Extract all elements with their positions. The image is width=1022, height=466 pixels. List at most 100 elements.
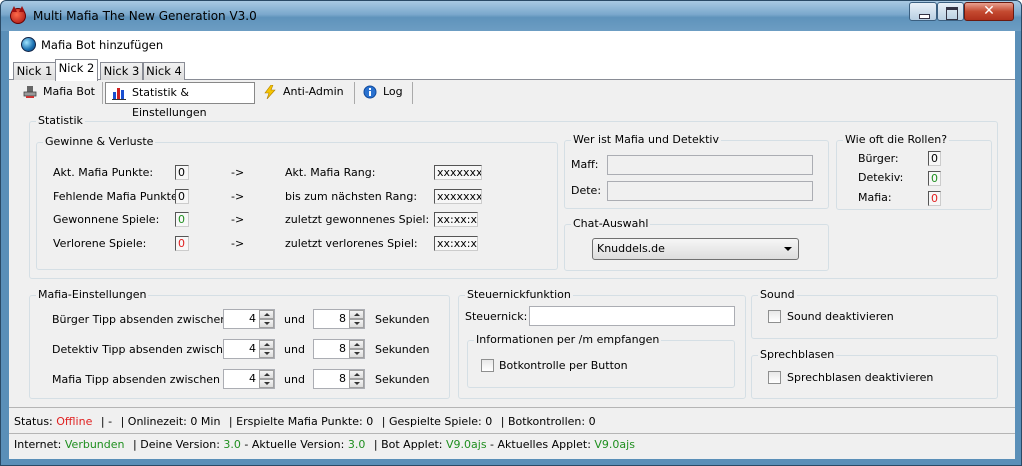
akt-rang-label: Akt. Mafia Rang: [285, 166, 376, 179]
mafia-min-stepper[interactable]: 4 [223, 369, 275, 389]
status-label: Status: [14, 415, 53, 428]
separator: | [133, 438, 137, 451]
detektiv-min-value: 4 [249, 342, 256, 355]
tab-statistik-einstellungen[interactable]: Statistik & Einstellungen [105, 82, 255, 119]
close-button[interactable]: ✕ [964, 2, 1014, 21]
tab-statistik-label: Statistik & Einstellungen [132, 86, 207, 119]
chat-auswahl-label: Chat-Auswahl [571, 217, 651, 231]
steuernick-field-label: Steuernick: [465, 310, 528, 323]
punkte-label: Erspielte Mafia Punkte: [236, 415, 363, 428]
mafia-max-value: 8 [339, 372, 346, 385]
spin-down-icon[interactable] [349, 379, 364, 388]
onlinezeit-unit: Min [200, 415, 221, 428]
sound-group-label: Sound [758, 288, 797, 302]
tab-anti-admin-label: Anti-Admin [283, 85, 344, 98]
aktuelle-version-label: - Aktuelle Version: [244, 438, 345, 451]
bot-applet-value: V9.0ajs [446, 438, 487, 451]
rollen-label: Wie oft die Rollen? [843, 133, 950, 147]
onlinezeit-value: 0 [190, 415, 198, 428]
mafia-min-value: 4 [249, 372, 256, 385]
mafia-max-stepper[interactable]: 8 [313, 369, 365, 389]
zuletzt-gewonnen-label: zuletzt gewonnenes Spiel: [285, 213, 430, 226]
spin-down-icon[interactable] [259, 319, 274, 328]
add-bot-label: Mafia Bot hinzufügen [41, 38, 164, 52]
zuletzt-verloren-value: xx:xx:xx [434, 236, 478, 251]
buerger-min-stepper[interactable]: 4 [223, 309, 275, 329]
mafia-count: 0 [928, 191, 941, 206]
chat-select[interactable]: Knuddels.de [592, 238, 799, 260]
detektiv-count: 0 [928, 171, 941, 186]
spin-up-icon[interactable] [349, 370, 364, 379]
detektiv-tipp-label: Detektiv Tipp absenden zwischen [52, 343, 237, 356]
informationen-label: Informationen per /m empfangen [474, 333, 662, 347]
internet-value: Verbunden [64, 438, 125, 451]
steuernick-group-label: Steuernickfunktion [465, 288, 573, 302]
und-label: und [284, 343, 305, 356]
mafia-tipp-label: Mafia Tipp absenden zwischen [52, 373, 221, 386]
lightning-icon [264, 85, 276, 99]
buerger-max-stepper[interactable]: 8 [313, 309, 365, 329]
info-icon [363, 85, 377, 99]
add-bot-menu-item[interactable]: Mafia Bot hinzufügen [19, 37, 163, 53]
sound-checkbox-label: Sound deaktivieren [787, 310, 894, 323]
client-area: Mafia Bot hinzufügen Nick 1 Nick 2 Nick … [9, 31, 1015, 459]
tab-anti-admin[interactable]: Anti-Admin [257, 82, 355, 104]
spin-up-icon[interactable] [259, 340, 274, 349]
status-divider [9, 407, 1015, 408]
statistik-group-label: Statistik [36, 114, 85, 128]
globe-icon [21, 37, 36, 52]
chevron-down-icon [784, 247, 792, 251]
spin-up-icon[interactable] [349, 310, 364, 319]
aktuelles-applet-value: V9.0ajs [594, 438, 635, 451]
zuletzt-verloren-label: zuletzt verlorenes Spiel: [285, 237, 418, 250]
onlinezeit-label: Onlinezeit: [127, 415, 187, 428]
spin-down-icon[interactable] [259, 349, 274, 358]
sekunden-label: Sekunden [375, 343, 430, 356]
botkontrolle-checkbox[interactable] [481, 359, 494, 372]
status-value: Offline [56, 415, 93, 428]
menu-bar: Mafia Bot hinzufügen [9, 31, 1015, 59]
status-bar: Status: Offline | - | Onlinezeit: 0 Min … [9, 411, 1015, 433]
botkontrollen-label: Botkontrollen: [507, 415, 586, 428]
minimize-button[interactable] [909, 2, 937, 21]
detektiv-min-stepper[interactable]: 4 [223, 339, 275, 359]
title-bar[interactable]: Multi Mafia The New Generation V3.0 ✕ [1, 1, 1021, 31]
tab-nick-4[interactable]: Nick 4 [143, 62, 185, 80]
sound-checkbox[interactable] [768, 310, 781, 323]
printer-stamp-icon [23, 86, 37, 98]
chat-select-value: Knuddels.de [597, 242, 665, 255]
akt-punkte-label: Akt. Mafia Punkte: [53, 166, 154, 179]
tab-nick-2[interactable]: Nick 2 [55, 59, 98, 81]
botkontrolle-label: Botkontrolle per Button [499, 359, 628, 372]
separator: | [228, 415, 233, 428]
maximize-button[interactable] [937, 2, 964, 21]
sprechblasen-group-label: Sprechblasen [758, 348, 837, 362]
tab-nick-1[interactable]: Nick 1 [13, 62, 56, 80]
steuernick-input[interactable] [529, 306, 735, 326]
tab-log[interactable]: Log [357, 82, 413, 104]
spin-up-icon[interactable] [349, 340, 364, 349]
sub-tab-strip: Mafia Bot Statistik & Einstellungen Anti… [9, 80, 1015, 119]
akt-rang-value: xxxxxxxx [434, 165, 482, 180]
botkontrollen-value: 0 [588, 415, 596, 428]
gewonnene-spiele-value: 0 [175, 212, 189, 227]
arrow-label: -> [231, 190, 245, 203]
detektiv-label: Detekiv: [858, 171, 904, 184]
detektiv-max-stepper[interactable]: 8 [313, 339, 365, 359]
wer-ist-label: Wer ist Mafia und Detektiv [571, 133, 722, 147]
tab-log-label: Log [383, 85, 403, 98]
tab-nick-3[interactable]: Nick 3 [100, 62, 143, 80]
sprechblasen-checkbox[interactable] [768, 371, 781, 384]
arrow-label: -> [231, 166, 245, 179]
punkte-value: 0 [366, 415, 374, 428]
spin-down-icon[interactable] [349, 319, 364, 328]
und-label: und [284, 313, 305, 326]
spin-down-icon[interactable] [259, 379, 274, 388]
buerger-tipp-label: Bürger Tipp absenden zwischen [52, 313, 228, 326]
tab-mafia-bot[interactable]: Mafia Bot [17, 82, 103, 104]
fehlende-punkte-label: Fehlende Mafia Punkte: [53, 190, 182, 203]
spin-down-icon[interactable] [349, 349, 364, 358]
spin-up-icon[interactable] [259, 310, 274, 319]
sprechblasen-checkbox-label: Sprechblasen deaktivieren [787, 371, 934, 384]
spin-up-icon[interactable] [259, 370, 274, 379]
